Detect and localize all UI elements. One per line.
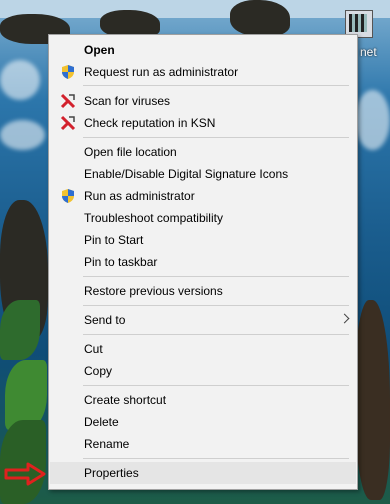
pointer-arrow-icon: [4, 462, 46, 486]
rock: [230, 0, 290, 36]
menu-item-label: Copy: [84, 364, 113, 378]
menu-item-label: Request run as administrator: [84, 65, 239, 79]
sea-foam: [0, 60, 40, 100]
menu-separator: [83, 137, 349, 138]
menu-item-label: Pin to taskbar: [84, 255, 158, 269]
menu-item-digital-signature-icons[interactable]: Enable/Disable Digital Signature Icons: [50, 163, 356, 185]
menu-separator: [83, 305, 349, 306]
menu-item-pin-to-taskbar[interactable]: Pin to taskbar: [50, 251, 356, 273]
menu-item-label: Open file location: [84, 145, 177, 159]
uac-shield-icon: [62, 189, 74, 203]
chevron-right-icon: [339, 313, 350, 324]
menu-separator: [83, 334, 349, 335]
menu-item-check-reputation[interactable]: Check reputation in KSN: [50, 112, 356, 134]
menu-item-cut[interactable]: Cut: [50, 338, 356, 360]
menu-item-label: Pin to Start: [84, 233, 144, 247]
menu-item-label: Delete: [84, 415, 119, 429]
menu-item-label: Scan for viruses: [84, 94, 171, 108]
menu-item-label: Restore previous versions: [84, 284, 223, 298]
sky: [0, 0, 390, 18]
menu-item-open-file-location[interactable]: Open file location: [50, 141, 356, 163]
menu-item-label: Properties: [84, 466, 139, 480]
menu-item-label: Troubleshoot compatibility: [84, 211, 223, 225]
sea-foam: [355, 90, 390, 150]
menu-item-restore-previous-versions[interactable]: Restore previous versions: [50, 280, 356, 302]
menu-item-label: Send to: [84, 313, 126, 327]
sea-foam: [0, 120, 45, 150]
menu-item-label: Run as administrator: [84, 189, 195, 203]
menu-item-label: Cut: [84, 342, 103, 356]
menu-item-run-as-admin[interactable]: Run as administrator: [50, 185, 356, 207]
menu-item-delete[interactable]: Delete: [50, 411, 356, 433]
menu-item-label: Rename: [84, 437, 130, 451]
network-icon: [349, 14, 367, 32]
menu-item-request-run-as-admin[interactable]: Request run as administrator: [50, 61, 356, 83]
menu-item-troubleshoot[interactable]: Troubleshoot compatibility: [50, 207, 356, 229]
menu-item-open[interactable]: Open: [50, 39, 356, 61]
menu-item-properties[interactable]: Properties: [50, 462, 356, 484]
menu-item-scan-for-viruses[interactable]: Scan for viruses: [50, 90, 356, 112]
menu-item-send-to[interactable]: Send to: [50, 309, 356, 331]
plant-leaf: [0, 300, 40, 360]
menu-item-create-shortcut[interactable]: Create shortcut: [50, 389, 356, 411]
uac-shield-icon: [62, 65, 74, 79]
rock: [355, 300, 390, 500]
menu-separator: [83, 85, 349, 86]
menu-item-label: Create shortcut: [84, 393, 167, 407]
menu-item-label: Enable/Disable Digital Signature Icons: [84, 167, 289, 181]
menu-item-copy[interactable]: Copy: [50, 360, 356, 382]
menu-item-pin-to-start[interactable]: Pin to Start: [50, 229, 356, 251]
menu-item-label: Check reputation in KSN: [84, 116, 216, 130]
menu-separator: [83, 385, 349, 386]
kaspersky-icon: [60, 93, 76, 109]
desktop-shortcut-label[interactable]: net: [360, 45, 377, 59]
menu-separator: [83, 276, 349, 277]
menu-item-rename[interactable]: Rename: [50, 433, 356, 455]
kaspersky-icon: [60, 115, 76, 131]
menu-separator: [83, 458, 349, 459]
menu-item-label: Open: [84, 43, 115, 57]
context-menu: Open Request run as administrator Scan f…: [48, 34, 358, 490]
